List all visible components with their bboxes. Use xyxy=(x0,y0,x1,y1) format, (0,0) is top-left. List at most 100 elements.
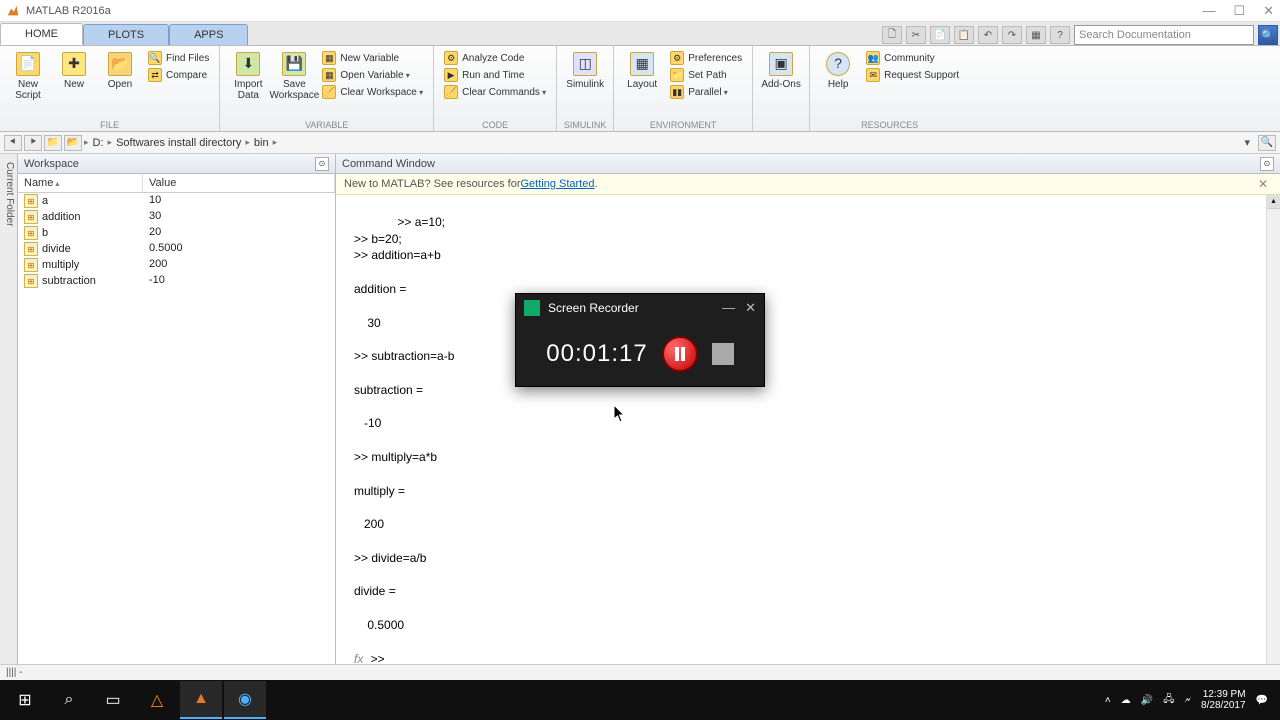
workspace-variable-row[interactable]: ⊞multiply200 xyxy=(18,257,335,273)
find-files-button[interactable]: 🔍Find Files xyxy=(144,50,213,66)
command-window-panel: Command Window ⊙ New to MATLAB? See reso… xyxy=(336,154,1280,664)
notifications-icon[interactable]: 💬 xyxy=(1256,695,1268,706)
recorder-minimize-button[interactable]: — xyxy=(722,300,735,316)
addr-search-button[interactable]: 🔍 xyxy=(1258,135,1276,151)
tab-apps[interactable]: APPS xyxy=(169,24,248,45)
task-view-icon[interactable]: ▭ xyxy=(92,681,134,719)
help-button[interactable]: ?Help xyxy=(816,48,860,90)
workspace-variable-row[interactable]: ⊞b20 xyxy=(18,225,335,241)
recorder-logo-icon xyxy=(524,300,540,316)
workspace-variable-row[interactable]: ⊞divide0.5000 xyxy=(18,241,335,257)
crumb-drive[interactable]: D: xyxy=(91,137,106,149)
recorder-timer: 00:01:17 xyxy=(546,340,647,368)
recorder-taskbar-icon[interactable]: ◉ xyxy=(224,681,266,719)
new-script-icon: 📄 xyxy=(16,52,40,76)
ribbon-toolstrip: 📄New Script ✚New 📂Open 🔍Find Files ⇄Comp… xyxy=(0,46,1280,132)
workspace-menu-button[interactable]: ⊙ xyxy=(315,157,329,171)
maximize-button[interactable]: ☐ xyxy=(1233,3,1245,19)
tray-network-icon[interactable]: 🖧 xyxy=(1163,692,1174,709)
recorder-stop-button[interactable] xyxy=(712,343,734,365)
analyze-code-button[interactable]: ⚙Analyze Code xyxy=(440,50,550,66)
community-button[interactable]: 👥Community xyxy=(862,50,963,66)
search-doc-button[interactable]: 🔍 xyxy=(1258,25,1278,45)
layout-toggle-icon[interactable]: ▦ xyxy=(1026,26,1046,44)
tray-battery-icon[interactable]: 🗲 xyxy=(1184,695,1191,706)
scroll-up-button[interactable]: ▴ xyxy=(1267,195,1280,209)
clear-workspace-button[interactable]: 🧹Clear Workspace xyxy=(318,84,427,100)
support-icon: ✉ xyxy=(866,68,880,82)
recorder-pause-button[interactable] xyxy=(662,336,698,372)
crumb-folder1[interactable]: Softwares install directory xyxy=(114,137,243,149)
nav-forward-button[interactable]: ⯈ xyxy=(24,135,42,151)
screen-recorder-window[interactable]: Screen Recorder — ✕ 00:01:17 xyxy=(515,293,765,387)
getting-started-link[interactable]: Getting Started xyxy=(520,178,594,190)
window-titlebar: MATLAB R2016a — ☐ ✕ xyxy=(0,0,1280,22)
compare-button[interactable]: ⇄Compare xyxy=(144,67,213,83)
command-window-menu-button[interactable]: ⊙ xyxy=(1260,157,1274,171)
run-and-time-button[interactable]: ▶Run and Time xyxy=(440,67,550,83)
import-data-button[interactable]: ⬇Import Data xyxy=(226,48,270,101)
workspace-variable-row[interactable]: ⊞addition30 xyxy=(18,209,335,225)
preferences-button[interactable]: ⚙Preferences xyxy=(666,50,746,66)
workspace-variable-row[interactable]: ⊞a10 xyxy=(18,193,335,209)
command-scrollbar[interactable]: ▴ xyxy=(1266,195,1280,664)
new-script-button[interactable]: 📄New Script xyxy=(6,48,50,101)
variable-icon: ⊞ xyxy=(24,210,38,224)
set-path-button[interactable]: 📁Set Path xyxy=(666,67,746,83)
parallel-button[interactable]: ▮▮Parallel xyxy=(666,84,746,100)
copy-icon[interactable]: 📄 xyxy=(930,26,950,44)
layout-button[interactable]: ▦Layout xyxy=(620,48,664,90)
matlab-taskbar-icon[interactable]: ▲ xyxy=(180,681,222,719)
cut-icon[interactable]: ✂ xyxy=(906,26,926,44)
variable-icon: ⊞ xyxy=(24,194,38,208)
simulink-group-label: SIMULINK xyxy=(563,120,607,131)
gear-icon: ⚙ xyxy=(670,51,684,65)
undo-icon[interactable]: ↶ xyxy=(978,26,998,44)
find-icon: 🔍 xyxy=(148,51,162,65)
quick-access-icon[interactable]: 🗋 xyxy=(882,26,902,44)
search-doc-input[interactable]: Search Documentation xyxy=(1074,25,1254,45)
redo-icon[interactable]: ↷ xyxy=(1002,26,1022,44)
current-folder-tab[interactable]: Current Folder xyxy=(0,154,18,664)
save-workspace-button[interactable]: 💾Save Workspace xyxy=(272,48,316,101)
request-support-button[interactable]: ✉Request Support xyxy=(862,67,963,83)
new-button[interactable]: ✚New xyxy=(52,48,96,90)
crumb-folder2[interactable]: bin xyxy=(252,137,271,149)
nav-browse-button[interactable]: 📂 xyxy=(64,135,82,151)
addr-dropdown-button[interactable]: ▾ xyxy=(1238,136,1256,149)
getting-started-banner: New to MATLAB? See resources for Getting… xyxy=(336,174,1280,195)
nav-up-button[interactable]: 📁 xyxy=(44,135,62,151)
workspace-variable-row[interactable]: ⊞subtraction-10 xyxy=(18,273,335,289)
workspace-col-name[interactable]: Name▴ xyxy=(18,174,143,192)
banner-close-button[interactable]: ✕ xyxy=(1254,177,1272,191)
paste-icon[interactable]: 📋 xyxy=(954,26,974,44)
taskbar-clock[interactable]: 12:39 PM 8/28/2017 xyxy=(1201,689,1246,711)
help-search-icon[interactable]: ? xyxy=(1050,26,1070,44)
new-var-icon: ▦ xyxy=(322,51,336,65)
minimize-button[interactable]: — xyxy=(1202,3,1215,19)
recorder-close-button[interactable]: ✕ xyxy=(745,300,756,316)
analyze-icon: ⚙ xyxy=(444,51,458,65)
tray-volume-icon[interactable]: 🔊 xyxy=(1141,695,1153,706)
open-variable-button[interactable]: ▦Open Variable xyxy=(318,67,427,83)
tray-chevron-icon[interactable]: ˄ xyxy=(1105,695,1111,706)
addons-button[interactable]: ▣Add-Ons xyxy=(759,48,803,90)
close-button[interactable]: ✕ xyxy=(1263,3,1274,19)
tab-home[interactable]: HOME xyxy=(0,23,83,45)
tab-plots[interactable]: PLOTS xyxy=(83,24,169,45)
nav-back-button[interactable]: ⯇ xyxy=(4,135,22,151)
taskbar-search-icon[interactable]: ⌕ xyxy=(48,681,90,719)
simulink-button[interactable]: ◫Simulink xyxy=(563,48,607,90)
open-button[interactable]: 📂Open xyxy=(98,48,142,90)
layout-icon: ▦ xyxy=(630,52,654,76)
tray-onedrive-icon[interactable]: ☁ xyxy=(1121,695,1131,706)
workspace-col-value[interactable]: Value xyxy=(143,174,335,192)
vlc-icon[interactable]: △ xyxy=(136,681,178,719)
start-button[interactable]: ⊞ xyxy=(4,681,46,719)
new-variable-button[interactable]: ▦New Variable xyxy=(318,50,427,66)
command-window-body[interactable]: >> a=10; >> b=20; >> addition=a+b additi… xyxy=(336,195,1280,664)
fx-prompt-icon: fx xyxy=(354,652,363,664)
clear-ws-icon: 🧹 xyxy=(322,85,336,99)
clear-cmd-icon: 🧹 xyxy=(444,85,458,99)
clear-commands-button[interactable]: 🧹Clear Commands xyxy=(440,84,550,100)
